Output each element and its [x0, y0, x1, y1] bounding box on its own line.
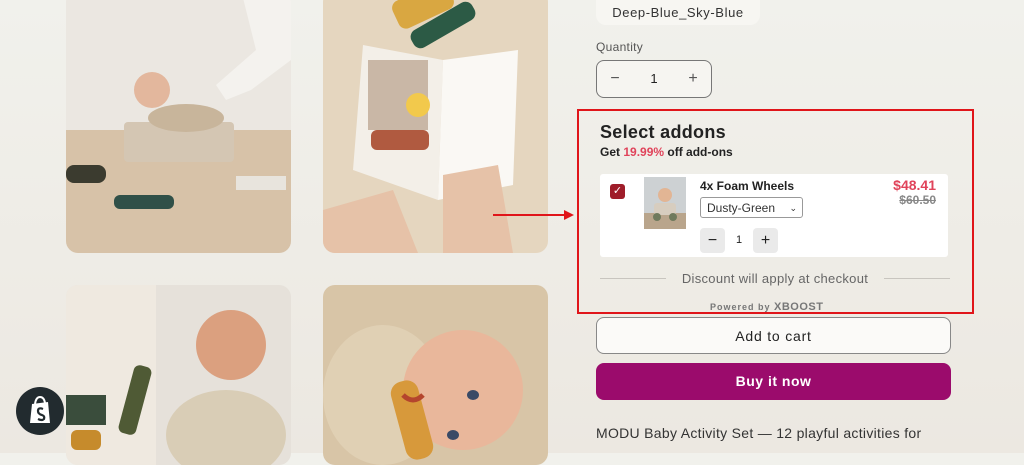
addon-qty-value[interactable]: 1 — [732, 228, 746, 253]
addon-checkbox[interactable]: ✓ — [610, 184, 625, 199]
powered-by: Powered by XBOOST — [710, 301, 823, 313]
discount-note-row: Discount will apply at checkout — [600, 271, 950, 286]
xboost-logo: XBOOST — [774, 301, 824, 313]
divider — [884, 278, 950, 279]
addons-title: Select addons — [600, 122, 726, 142]
addon-compare-price: $60.50 — [899, 193, 936, 207]
quantity-label: Quantity — [596, 40, 644, 54]
buy-now-button[interactable]: Buy it now — [596, 363, 951, 400]
product-description: MODU Baby Activity Set — 12 playful acti… — [596, 425, 922, 441]
check-icon: ✓ — [612, 185, 623, 197]
product-photo-baby-face[interactable] — [323, 285, 548, 465]
addon-item-card: ✓ 4x Foam Wheels $48.41 $60.50 Dusty-Gre… — [600, 174, 948, 257]
shopify-bag-icon[interactable] — [16, 387, 64, 435]
chevron-down-icon: ⌄ — [789, 203, 797, 213]
product-photo-baby-sitting[interactable] — [66, 285, 291, 465]
addons-subtitle-prefix: Get — [600, 145, 624, 159]
addon-thumbnail — [644, 177, 686, 229]
addon-price: $48.41 — [893, 177, 936, 193]
quantity-value[interactable]: 1 — [633, 61, 675, 97]
variant-pill-selected[interactable]: Deep-Blue_Sky-Blue — [596, 0, 760, 25]
product-photo-booklet[interactable] — [323, 0, 548, 253]
addons-subtitle-suffix: off add-ons — [664, 145, 733, 159]
quantity-stepper: − 1 + — [596, 60, 712, 98]
addon-qty-increase-button[interactable]: + — [753, 228, 778, 253]
addons-discount-percent: 19.99% — [623, 145, 665, 159]
add-to-cart-button[interactable]: Add to cart — [596, 317, 951, 354]
addons-subtitle: Get 19.99% off add-ons — [600, 145, 733, 159]
quantity-increase-button[interactable]: + — [675, 61, 711, 97]
quantity-decrease-button[interactable]: − — [597, 61, 633, 97]
powered-by-label: Powered by — [710, 302, 771, 312]
addon-variant-select[interactable]: Dusty-Green ⌄ — [700, 197, 803, 218]
addons-panel: Select addons Get 19.99% off add-ons ✓ 4… — [577, 109, 974, 314]
product-photo-baby-on-board[interactable] — [66, 0, 291, 253]
addon-qty-decrease-button[interactable]: − — [700, 228, 725, 253]
addon-product-name[interactable]: 4x Foam Wheels — [700, 179, 794, 193]
addon-variant-value: Dusty-Green — [707, 201, 776, 215]
